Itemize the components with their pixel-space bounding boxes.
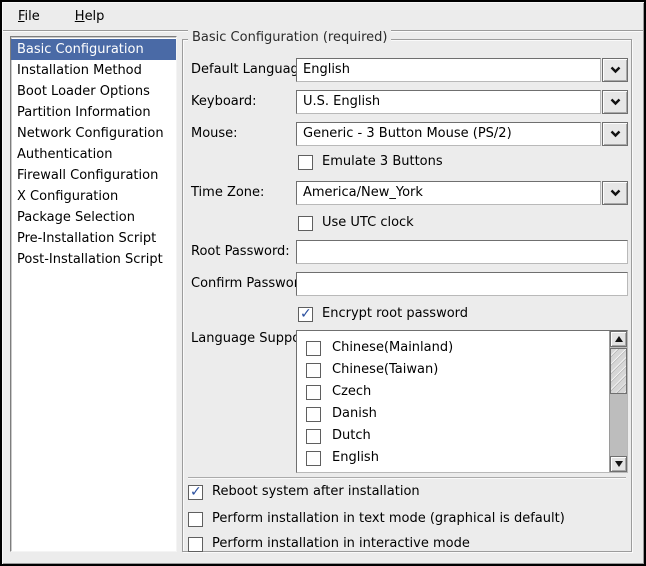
arrow-down-icon: [615, 461, 623, 467]
language-checkbox[interactable]: [306, 363, 321, 378]
default-language-label: Default Language:: [191, 58, 311, 82]
language-checkbox[interactable]: [306, 385, 321, 400]
time-zone-combobox[interactable]: America/New_York: [296, 181, 628, 205]
interactive-install-checkbox[interactable]: [188, 537, 203, 552]
language-option[interactable]: Dutch: [306, 425, 609, 447]
scrollbar-trough[interactable]: [610, 394, 627, 456]
chevron-down-icon: [610, 66, 621, 74]
mouse-combobox[interactable]: Generic - 3 Button Mouse (PS/2): [296, 122, 628, 146]
emulate-3-buttons-checkbox[interactable]: [298, 155, 313, 170]
mouse-value: Generic - 3 Button Mouse (PS/2): [296, 122, 601, 146]
sidebar-item-boot-loader-options[interactable]: Boot Loader Options: [11, 81, 176, 102]
time-zone-value: America/New_York: [296, 181, 601, 205]
mouse-dropdown-button[interactable]: [602, 122, 628, 146]
language-label: Dutch: [332, 428, 371, 444]
scroll-up-button[interactable]: [610, 331, 627, 347]
options-separator: [188, 477, 626, 478]
language-list-scrollbar[interactable]: [609, 331, 627, 472]
default-language-dropdown-button[interactable]: [602, 58, 628, 82]
root-password-label: Root Password:: [191, 240, 290, 264]
mouse-label: Mouse:: [191, 122, 238, 146]
time-zone-label: Time Zone:: [191, 181, 264, 205]
chevron-down-icon: [610, 98, 621, 106]
text-mode-install-checkbox[interactable]: [188, 512, 203, 527]
default-language-value: English: [296, 58, 601, 82]
encrypt-root-password-checkbox[interactable]: [298, 307, 313, 322]
sidebar-item-installation-method[interactable]: Installation Method: [11, 60, 176, 81]
confirm-password-label: Confirm Password:: [191, 272, 311, 296]
menu-bar: File Help: [3, 3, 643, 31]
language-label: English: [332, 450, 379, 466]
menu-help-rest: elp: [85, 9, 105, 24]
keyboard-dropdown-button[interactable]: [602, 90, 628, 114]
chevron-down-icon: [610, 130, 621, 138]
reboot-after-install-option[interactable]: Reboot system after installation: [188, 484, 420, 500]
sidebar-item-basic-configuration[interactable]: Basic Configuration: [11, 39, 176, 60]
interactive-install-option[interactable]: Perform installation in interactive mode: [188, 536, 470, 552]
sidebar-item-package-selection[interactable]: Package Selection: [11, 207, 176, 228]
keyboard-label: Keyboard:: [191, 90, 257, 114]
root-password-input[interactable]: [296, 240, 628, 264]
menu-help[interactable]: Help: [71, 7, 109, 26]
sidebar-item-partition-information[interactable]: Partition Information: [11, 102, 176, 123]
reboot-after-install-label: Reboot system after installation: [212, 484, 420, 500]
confirm-password-input[interactable]: [296, 272, 628, 296]
panel-title: Basic Configuration (required): [188, 30, 391, 45]
text-mode-install-option[interactable]: Perform installation in text mode (graph…: [188, 511, 565, 527]
sidebar-item-firewall-configuration[interactable]: Firewall Configuration: [11, 165, 176, 186]
language-support-items: Chinese(Mainland) Chinese(Taiwan) Czech …: [297, 331, 609, 472]
keyboard-combobox[interactable]: U.S. English: [296, 90, 628, 114]
section-list: Basic Configuration Installation Method …: [10, 36, 177, 552]
language-label: Chinese(Mainland): [332, 340, 453, 356]
language-label: Czech: [332, 384, 371, 400]
keyboard-value: U.S. English: [296, 90, 601, 114]
basic-configuration-panel: Basic Configuration (required) Default L…: [182, 39, 632, 552]
reboot-after-install-checkbox[interactable]: [188, 485, 203, 500]
encrypt-root-password-option[interactable]: Encrypt root password: [298, 306, 468, 322]
encrypt-root-password-label: Encrypt root password: [322, 306, 468, 322]
scroll-down-button[interactable]: [610, 456, 627, 472]
interactive-install-label: Perform installation in interactive mode: [212, 536, 470, 552]
text-mode-install-label: Perform installation in text mode (graph…: [212, 511, 565, 527]
language-label: Chinese(Taiwan): [332, 362, 438, 378]
language-checkbox[interactable]: [306, 451, 321, 466]
scrollbar-thumb[interactable]: [610, 348, 627, 394]
menu-help-mnemonic: H: [75, 9, 85, 24]
language-option[interactable]: Chinese(Mainland): [306, 337, 609, 359]
language-option[interactable]: Danish: [306, 403, 609, 425]
chevron-down-icon: [610, 189, 621, 197]
menu-file[interactable]: File: [14, 7, 44, 26]
language-label: Danish: [332, 406, 377, 422]
emulate-3-buttons-option[interactable]: Emulate 3 Buttons: [298, 154, 443, 170]
language-option[interactable]: Czech: [306, 381, 609, 403]
language-option[interactable]: Chinese(Taiwan): [306, 359, 609, 381]
use-utc-clock-checkbox[interactable]: [298, 216, 313, 231]
kickstart-configurator-window: File Help Basic Configuration Installati…: [0, 0, 646, 566]
time-zone-dropdown-button[interactable]: [602, 181, 628, 205]
language-checkbox[interactable]: [306, 407, 321, 422]
language-checkbox[interactable]: [306, 429, 321, 444]
arrow-up-icon: [615, 336, 623, 342]
use-utc-clock-option[interactable]: Use UTC clock: [298, 215, 414, 231]
emulate-3-buttons-label: Emulate 3 Buttons: [322, 154, 443, 170]
language-support-list: Chinese(Mainland) Chinese(Taiwan) Czech …: [296, 330, 628, 473]
sidebar-item-x-configuration[interactable]: X Configuration: [11, 186, 176, 207]
use-utc-clock-label: Use UTC clock: [322, 215, 414, 231]
sidebar-item-pre-installation-script[interactable]: Pre-Installation Script: [11, 228, 176, 249]
sidebar-item-authentication[interactable]: Authentication: [11, 144, 176, 165]
language-option[interactable]: English: [306, 447, 609, 469]
sidebar-item-network-configuration[interactable]: Network Configuration: [11, 123, 176, 144]
default-language-combobox[interactable]: English: [296, 58, 628, 82]
menu-file-rest: ile: [25, 9, 40, 24]
language-checkbox[interactable]: [306, 341, 321, 356]
sidebar-item-post-installation-script[interactable]: Post-Installation Script: [11, 249, 176, 270]
